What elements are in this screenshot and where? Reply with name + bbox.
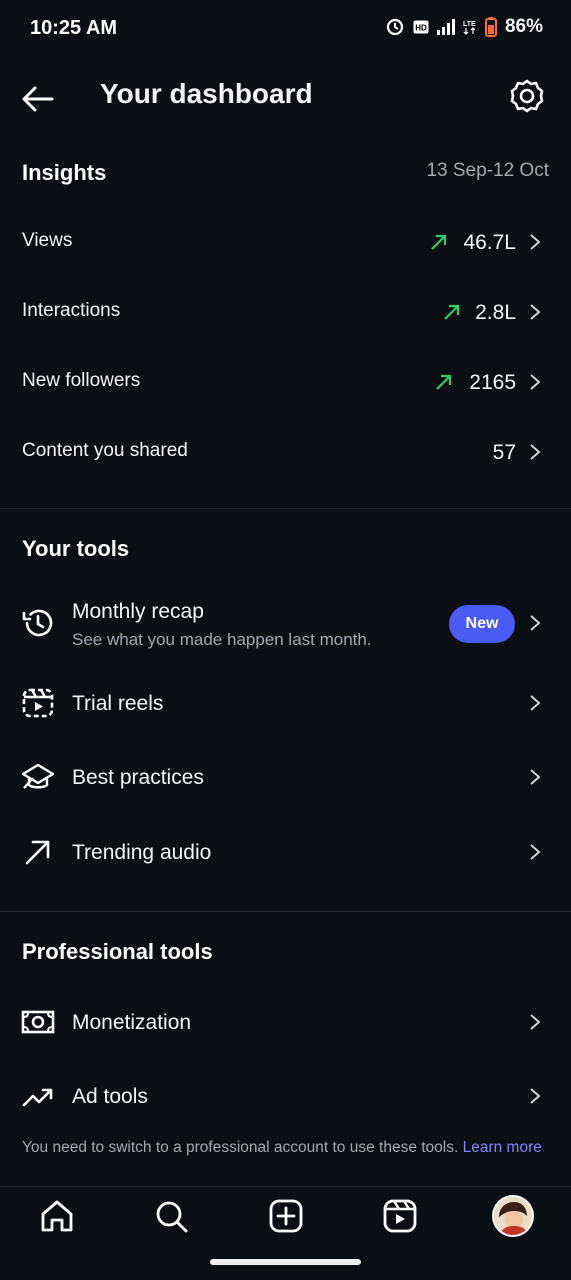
tool-label: Monthly recap <box>72 600 204 623</box>
your-tools-title: Your tools <box>22 536 130 561</box>
chevron-right-icon <box>530 1088 541 1104</box>
chevron-right-icon <box>530 304 541 320</box>
tool-trial-reels[interactable]: Trial reels <box>0 678 571 730</box>
insight-row-new-followers[interactable]: New followers 2165 <box>0 355 571 407</box>
insight-label: Interactions <box>22 300 121 321</box>
insight-value: 57 <box>492 441 516 464</box>
insight-row-content-shared[interactable]: Content you shared 57 <box>0 425 571 477</box>
page-title: Your dashboard <box>100 78 313 109</box>
insight-row-interactions[interactable]: Interactions 2.8L <box>0 285 571 337</box>
insight-label: New followers <box>22 370 141 391</box>
chart-trend-icon <box>22 1088 53 1107</box>
trend-up-icon <box>436 374 452 390</box>
insight-value: 2.8L <box>475 301 516 324</box>
status-time: 10:25 AM <box>30 17 118 39</box>
insights-title: Insights <box>22 160 107 185</box>
battery-percent: 86% <box>504 16 543 37</box>
insight-label: Content you shared <box>22 440 188 461</box>
profile-avatar[interactable] <box>492 1195 534 1237</box>
chevron-right-icon <box>530 695 541 711</box>
date-range[interactable]: 13 Sep-12 Oct <box>426 160 549 182</box>
insight-value: 2165 <box>469 371 516 394</box>
back-arrow-icon[interactable] <box>20 81 56 117</box>
chevron-right-icon <box>530 615 541 631</box>
trend-up-icon <box>431 234 447 250</box>
page-header: Your dashboard <box>0 58 571 138</box>
tool-label: Best practices <box>72 766 204 789</box>
trend-up-icon <box>444 304 460 320</box>
tool-label: Ad tools <box>72 1085 148 1108</box>
svg-text:LTE: LTE <box>463 21 476 28</box>
tool-subtitle: See what you made happen last month. <box>72 630 372 649</box>
insight-value: 46.7L <box>463 231 516 254</box>
note-text: You need to switch to a professional acc… <box>22 1139 459 1156</box>
professional-note: You need to switch to a professional acc… <box>22 1138 552 1158</box>
tool-monetization[interactable]: Monetization <box>0 997 571 1049</box>
trial-reels-icon <box>22 688 54 718</box>
insight-row-views[interactable]: Views 46.7L <box>0 215 571 267</box>
chevron-right-icon <box>530 1014 541 1030</box>
tool-trending-audio[interactable]: Trending audio <box>0 827 571 879</box>
learn-more-link[interactable]: Learn more <box>463 1139 542 1156</box>
hd-icon: HD <box>413 20 429 34</box>
reels-icon[interactable] <box>382 1198 418 1234</box>
home-indicator[interactable] <box>210 1259 361 1265</box>
nav-divider <box>0 1186 571 1187</box>
status-bar: 10:25 AM HD LTE 86% <box>0 0 571 58</box>
chevron-right-icon <box>530 234 541 250</box>
home-icon[interactable] <box>39 1198 75 1234</box>
tool-best-practices[interactable]: Best practices <box>0 752 571 804</box>
create-icon[interactable] <box>268 1198 304 1234</box>
status-icons: HD LTE 86% <box>385 16 543 38</box>
tool-ad-tools[interactable]: Ad tools <box>0 1071 571 1123</box>
avatar-image <box>494 1197 532 1235</box>
alarm-icon <box>386 18 404 36</box>
gear-icon[interactable] <box>509 78 545 114</box>
tool-label: Trending audio <box>72 841 212 864</box>
insight-label: Views <box>22 230 73 251</box>
search-icon[interactable] <box>153 1198 189 1234</box>
chevron-right-icon <box>530 374 541 390</box>
chevron-right-icon <box>530 769 541 785</box>
tool-label: Trial reels <box>72 692 164 715</box>
lte-icon: LTE <box>463 21 476 35</box>
tool-label: Monetization <box>72 1011 192 1034</box>
section-divider <box>0 508 571 509</box>
chevron-right-icon <box>530 444 541 460</box>
history-icon <box>22 609 53 637</box>
battery-icon <box>484 17 497 37</box>
signal-icon <box>436 19 455 35</box>
new-badge: New <box>449 605 515 643</box>
professional-tools-title: Professional tools <box>22 939 213 964</box>
chevron-right-icon <box>530 844 541 860</box>
trending-arrow-icon <box>25 840 50 865</box>
graduation-cap-icon <box>21 763 55 789</box>
svg-text:HD: HD <box>415 24 427 33</box>
section-divider <box>0 911 571 912</box>
money-icon <box>21 1010 55 1034</box>
